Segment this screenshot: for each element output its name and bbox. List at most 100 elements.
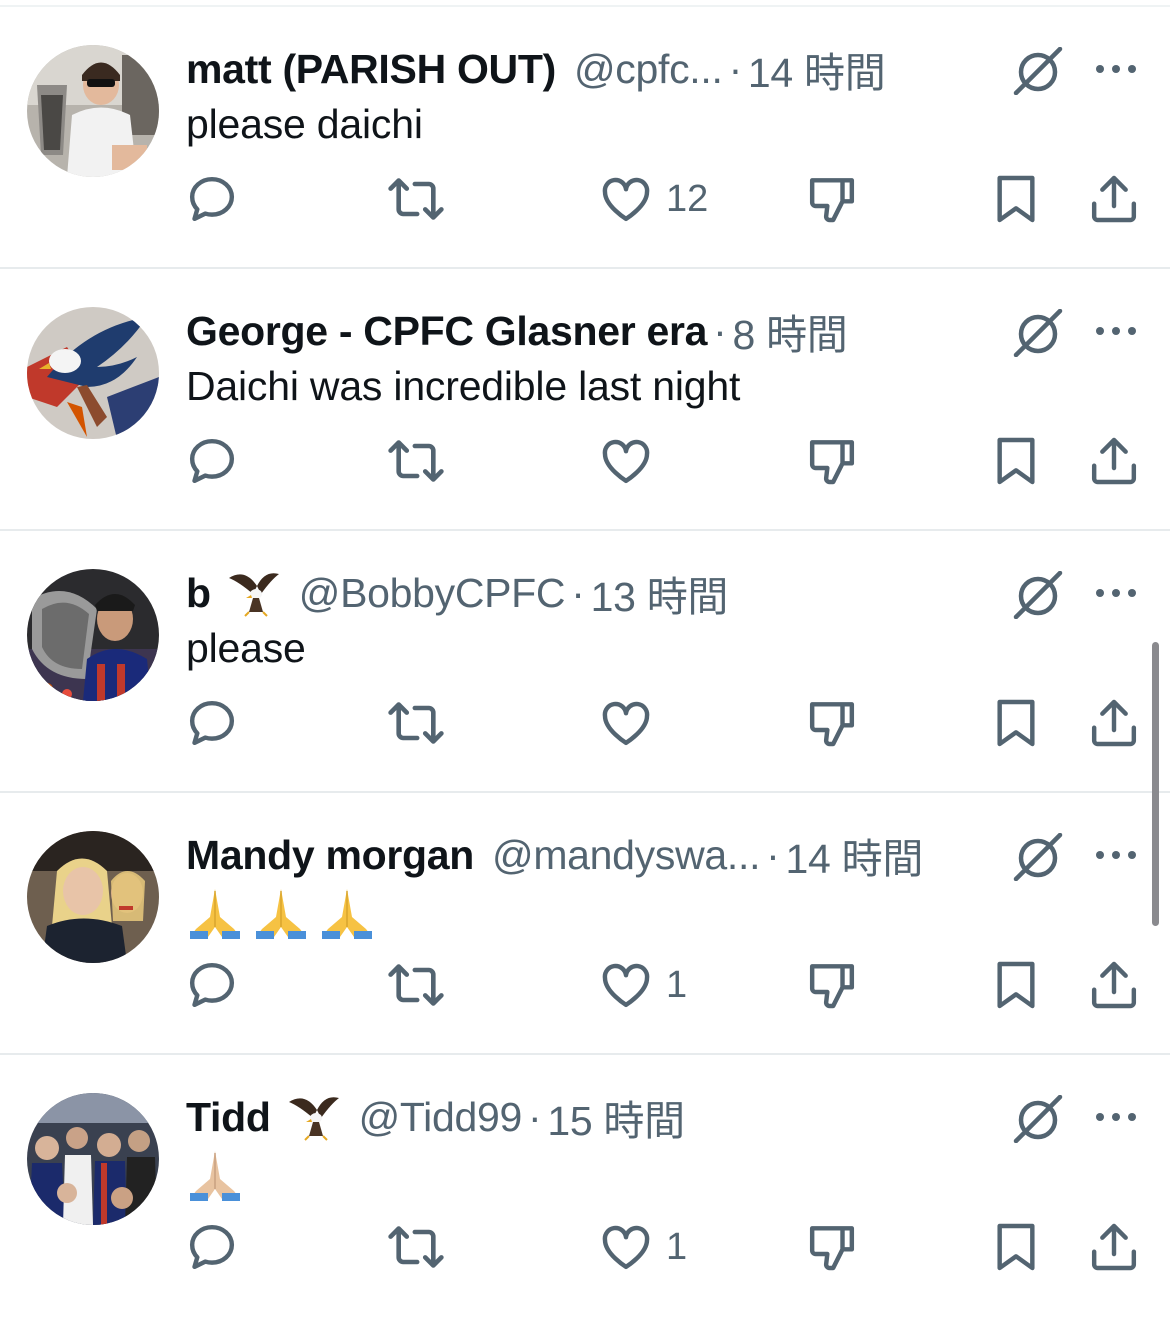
- display-name[interactable]: b: [186, 570, 211, 617]
- reply-button[interactable]: [184, 431, 252, 491]
- grok-icon[interactable]: [1010, 833, 1066, 881]
- reply-button[interactable]: [184, 169, 252, 229]
- downvote-button[interactable]: [804, 431, 860, 491]
- heart-icon: [602, 701, 650, 746]
- repost-button[interactable]: [386, 1217, 458, 1277]
- downvote-button[interactable]: [804, 955, 860, 1015]
- like-button[interactable]: [598, 431, 666, 491]
- post-text: please: [186, 625, 306, 671]
- more-options-icon[interactable]: [1092, 843, 1140, 867]
- heart-icon: [602, 1225, 650, 1270]
- grok-icon[interactable]: [1010, 571, 1066, 619]
- share-button[interactable]: [1086, 431, 1142, 491]
- like-count: 12: [666, 177, 709, 220]
- more-options-icon[interactable]: [1092, 1105, 1140, 1129]
- downvote-button[interactable]: [804, 693, 860, 753]
- like-button[interactable]: [598, 693, 666, 753]
- reply-button[interactable]: [184, 1217, 252, 1277]
- downvote-button[interactable]: [804, 169, 860, 229]
- thumbs-down-icon: [809, 964, 855, 1009]
- repost-button[interactable]: [386, 693, 458, 753]
- repost-icon: [388, 964, 444, 1006]
- more-options-icon[interactable]: [1092, 319, 1140, 343]
- avatar[interactable]: [27, 307, 159, 439]
- display-name[interactable]: matt (PARISH OUT): [186, 46, 556, 93]
- thumbs-down-icon: [809, 178, 855, 223]
- grok-icon[interactable]: [1010, 309, 1066, 357]
- bookmark-button[interactable]: [990, 431, 1042, 491]
- share-icon: [1091, 175, 1137, 223]
- share-button[interactable]: [1086, 1217, 1142, 1277]
- bookmark-icon: [997, 437, 1035, 485]
- praying-hands-emoji-icon: [190, 889, 240, 939]
- scrollbar[interactable]: [1152, 642, 1159, 926]
- post-header: matt (PARISH OUT) @cpfc... · 14 時間: [186, 43, 886, 97]
- post-header: b @BobbyCPFC · 13 時間: [186, 567, 728, 621]
- timestamp[interactable]: 13 時間: [591, 563, 729, 623]
- like-button[interactable]: 1: [598, 955, 687, 1015]
- user-handle[interactable]: @Tidd99: [359, 1094, 523, 1141]
- display-name[interactable]: Tidd: [186, 1094, 271, 1141]
- emoji-content: [186, 1149, 244, 1201]
- display-name[interactable]: Mandy morgan: [186, 832, 474, 879]
- reply-icon: [189, 962, 235, 1008]
- praying-hands-emoji-icon: [190, 1151, 240, 1201]
- grok-icon[interactable]: [1010, 1095, 1066, 1143]
- display-name[interactable]: George - CPFC Glasner era: [186, 308, 707, 355]
- bookmark-button[interactable]: [990, 169, 1042, 229]
- avatar[interactable]: [27, 831, 159, 963]
- repost-button[interactable]: [386, 955, 458, 1015]
- like-button[interactable]: 1: [598, 1217, 687, 1277]
- bookmark-button[interactable]: [990, 693, 1042, 753]
- user-handle[interactable]: @BobbyCPFC: [299, 570, 566, 617]
- user-handle[interactable]: @cpfc...: [574, 46, 723, 93]
- post-text: Daichi was incredible last night: [186, 363, 741, 409]
- like-button[interactable]: 12: [598, 169, 708, 229]
- more-options-icon[interactable]: [1092, 57, 1140, 81]
- thumbs-down-icon: [809, 1226, 855, 1271]
- reply-icon: [189, 438, 235, 484]
- timestamp[interactable]: 14 時間: [748, 39, 886, 99]
- post-item[interactable]: matt (PARISH OUT) @cpfc... · 14 時間 pleas…: [0, 7, 1170, 269]
- repost-button[interactable]: [386, 169, 458, 229]
- bookmark-button[interactable]: [990, 955, 1042, 1015]
- heart-icon: [602, 963, 650, 1008]
- post-item[interactable]: George - CPFC Glasner era · 8 時間 Daichi …: [0, 269, 1170, 531]
- avatar[interactable]: [27, 45, 159, 177]
- separator-dot: ·: [527, 1093, 542, 1140]
- separator-dot: ·: [728, 45, 743, 92]
- timestamp[interactable]: 15 時間: [547, 1087, 685, 1147]
- post-item[interactable]: b @BobbyCPFC · 13 時間 please: [0, 531, 1170, 793]
- reply-icon: [189, 700, 235, 746]
- post-header: Mandy morgan @mandyswa... · 14 時間: [186, 829, 923, 883]
- user-handle[interactable]: @mandyswa...: [492, 832, 760, 879]
- bookmark-icon: [997, 1223, 1035, 1271]
- repost-icon: [388, 1226, 444, 1268]
- avatar[interactable]: [27, 569, 159, 701]
- like-count: 1: [666, 1225, 688, 1268]
- timestamp[interactable]: 14 時間: [786, 825, 924, 885]
- separator-dot: ·: [713, 307, 727, 354]
- more-options-icon[interactable]: [1092, 581, 1140, 605]
- repost-button[interactable]: [386, 431, 458, 491]
- post-item[interactable]: Tidd @Tidd99 · 15 時間 1: [0, 1055, 1170, 1317]
- post-item[interactable]: Mandy morgan @mandyswa... · 14 時間 1: [0, 793, 1170, 1055]
- heart-icon: [602, 439, 650, 484]
- share-button[interactable]: [1086, 169, 1142, 229]
- grok-icon[interactable]: [1010, 47, 1066, 95]
- post-header: George - CPFC Glasner era · 8 時間: [186, 305, 848, 359]
- reply-icon: [189, 1224, 235, 1270]
- share-icon: [1091, 961, 1137, 1009]
- timestamp[interactable]: 8 時間: [732, 301, 847, 361]
- praying-hands-emoji-icon: [322, 889, 372, 939]
- reply-button[interactable]: [184, 955, 252, 1015]
- bookmark-icon: [997, 175, 1035, 223]
- bookmark-icon: [997, 699, 1035, 747]
- reply-button[interactable]: [184, 693, 252, 753]
- share-button[interactable]: [1086, 955, 1142, 1015]
- avatar[interactable]: [27, 1093, 159, 1225]
- thumbs-down-icon: [809, 702, 855, 747]
- downvote-button[interactable]: [804, 1217, 860, 1277]
- bookmark-button[interactable]: [990, 1217, 1042, 1277]
- share-button[interactable]: [1086, 693, 1142, 753]
